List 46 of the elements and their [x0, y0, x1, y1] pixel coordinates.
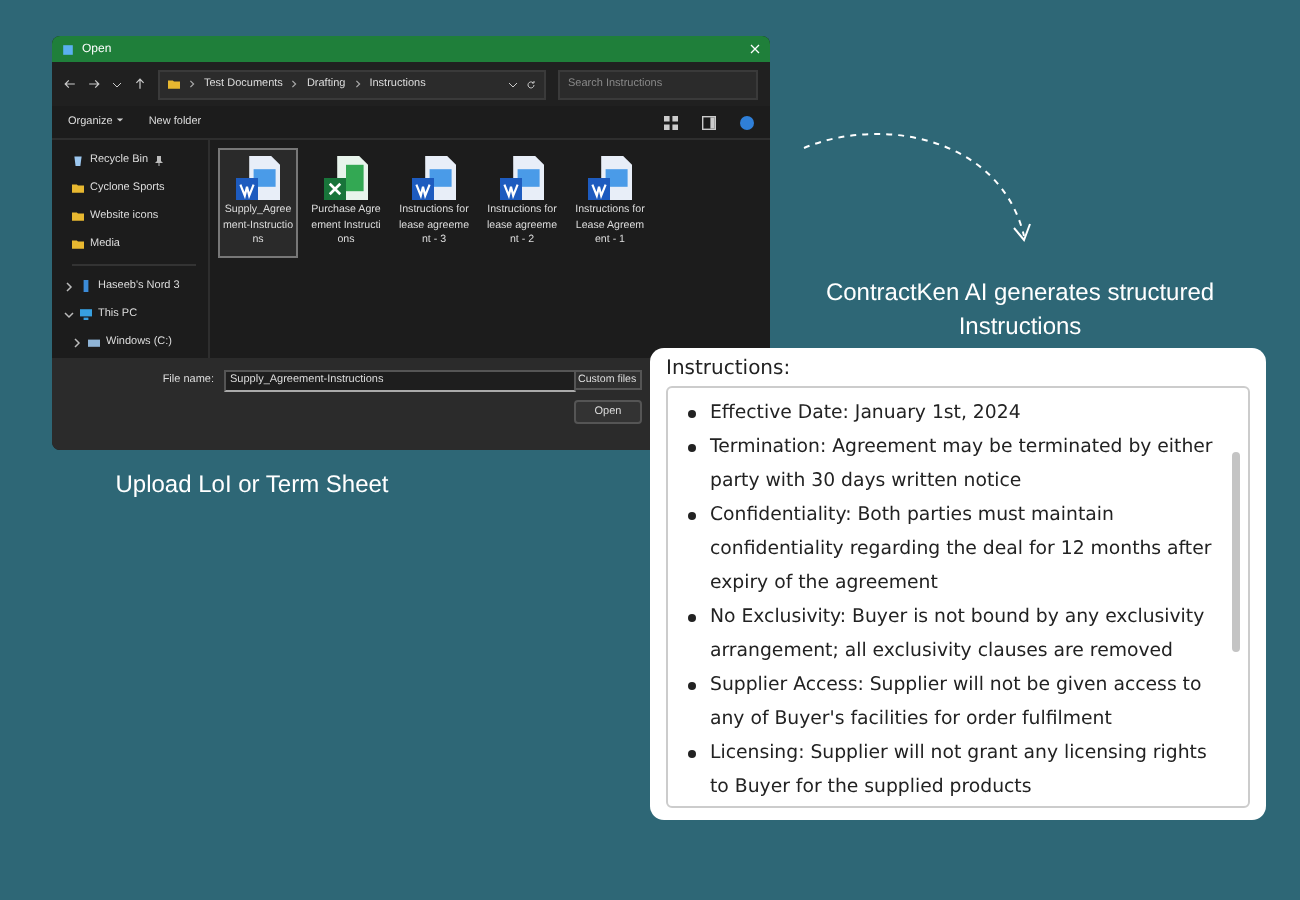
instruction-item: Confidentiality: Both parties must maintain confidentiality regarding the deal for 12 months after expiry of the agreement: [710, 502, 1214, 598]
folder-icon: [168, 78, 180, 90]
bullet-icon: [688, 682, 696, 690]
refresh-icon: [526, 79, 536, 89]
chevron-icon: [64, 281, 74, 291]
instruction-item: Licensing: Supplier will not grant any licensing rights to Buyer for the supplied products: [710, 740, 1209, 802]
chevron-down-icon: [508, 79, 518, 89]
instruction-item: Effective Date: January 1st, 2024: [710, 400, 1023, 428]
up-arrow-icon: [134, 78, 146, 90]
folder-icon: [72, 238, 84, 250]
app-icon: [62, 43, 74, 55]
chevron-icon: [64, 309, 74, 319]
spreadsheet-icon: [324, 156, 368, 200]
chevron-down-icon: [112, 79, 122, 89]
word-document-icon: [500, 156, 544, 200]
caption: Upload LoI or Term Sheet: [113, 468, 391, 502]
scrollbar-thumb[interactable]: [1232, 452, 1240, 652]
panel-title: Instructions:: [666, 358, 793, 380]
instruction-item: Supplier Access: Supplier will not be given access to any of Buyer's facilities for order fulfilment: [710, 672, 1204, 734]
back-arrow-icon: [64, 78, 76, 90]
bin-icon: [72, 154, 84, 166]
bullet-icon: [688, 410, 696, 418]
folder-icon: [72, 210, 84, 222]
view-grid-icon: [664, 115, 678, 129]
forward-arrow-icon: [88, 78, 100, 90]
instruction-item: No Exclusivity: Buyer is not bound by any exclusivity arrangement; all exclusivity clauses are removed: [710, 604, 1207, 666]
chevron-icon: [188, 80, 196, 88]
word-document-icon: [236, 156, 280, 200]
instruction-item: Termination: Agreement may be terminated by either party with 30 days written notice: [710, 434, 1215, 496]
bullet-icon: [688, 750, 696, 758]
word-document-icon: [588, 156, 632, 200]
monitor-icon: [80, 308, 92, 320]
drive-icon: [88, 336, 100, 348]
bullet-icon: [688, 512, 696, 520]
bullet-icon: [688, 614, 696, 622]
bullet-icon: [688, 444, 696, 452]
preview-pane-icon: [702, 115, 716, 129]
chevron-icon: [72, 337, 82, 347]
close-icon: [750, 44, 760, 54]
caption: ContractKen AI generates structured Instructions: [823, 276, 1217, 344]
word-document-icon: [412, 156, 456, 200]
folder-icon: [72, 182, 84, 194]
caret-icon: [116, 116, 125, 124]
phone-icon: [80, 280, 92, 292]
help-icon: [740, 115, 754, 129]
pin-icon: [154, 155, 165, 165]
